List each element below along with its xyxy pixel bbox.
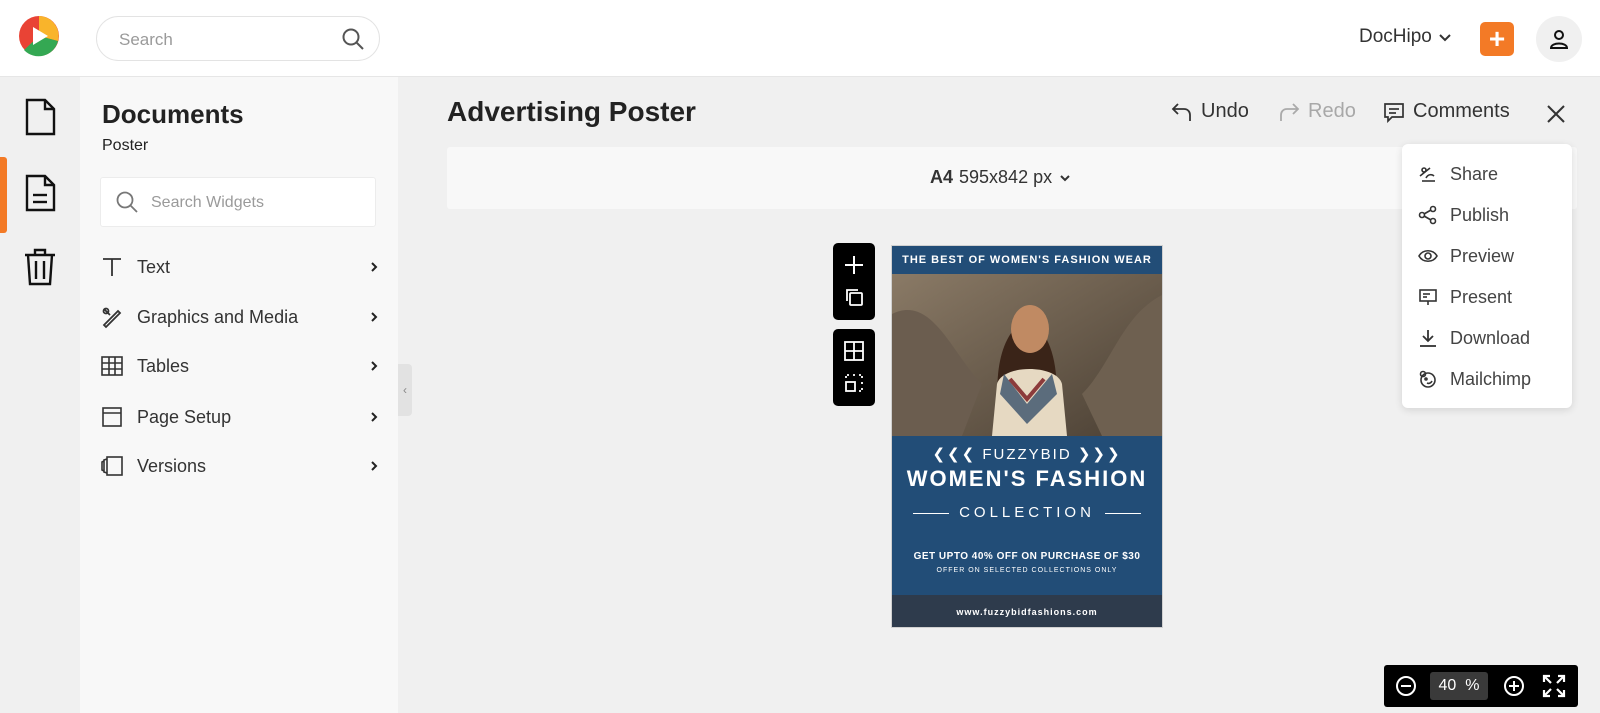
menu-share-label: Share bbox=[1450, 163, 1499, 184]
menu-item-graphics-and-media[interactable]: Graphics and Media bbox=[100, 302, 380, 332]
export-menu: Share Publish Preview Present Download M… bbox=[1402, 144, 1572, 408]
close-icon[interactable] bbox=[1544, 102, 1568, 126]
menu-item-label: Graphics and Media bbox=[137, 306, 299, 327]
widget-search-placeholder: Search Widgets bbox=[151, 194, 264, 211]
menu-share[interactable]: Share bbox=[1418, 162, 1498, 186]
chevron-right-icon bbox=[371, 361, 378, 371]
menu-present[interactable]: Present bbox=[1418, 285, 1512, 309]
page-size-name: A4 bbox=[930, 167, 954, 187]
comments-button[interactable]: Comments bbox=[1383, 100, 1510, 123]
eye-icon bbox=[1418, 249, 1438, 263]
user-icon bbox=[1549, 30, 1569, 49]
documents-icon[interactable] bbox=[22, 173, 58, 213]
undo-icon bbox=[1171, 102, 1191, 121]
panel-subtitle: Poster bbox=[102, 137, 149, 154]
chevron-down-icon bbox=[1439, 34, 1451, 42]
menu-preview-label: Preview bbox=[1450, 245, 1515, 266]
menu-item-label: Tables bbox=[137, 355, 190, 376]
comment-icon bbox=[1384, 102, 1404, 123]
chevron-right-icon bbox=[371, 461, 378, 471]
create-new-button[interactable]: + bbox=[1480, 22, 1514, 56]
text-icon bbox=[103, 258, 121, 276]
undo-label: Undo bbox=[1201, 100, 1249, 122]
poster-offer[interactable]: GET UPTO 40% OFF ON PURCHASE OF $30 bbox=[892, 551, 1162, 562]
widget-search-input[interactable]: Search Widgets bbox=[100, 177, 376, 227]
menu-present-label: Present bbox=[1450, 286, 1513, 307]
zoom-value[interactable]: 40 % bbox=[1430, 672, 1488, 700]
chevron-right-icon bbox=[371, 312, 378, 322]
page-actions-toolbar bbox=[833, 243, 875, 320]
versions-icon bbox=[101, 456, 123, 476]
zoom-out-icon[interactable] bbox=[1394, 674, 1418, 698]
left-icon-rail bbox=[0, 77, 80, 713]
chevron-right-icon bbox=[371, 412, 378, 422]
top-bar: Search DocHipo + bbox=[0, 0, 1600, 77]
page-size-dims: 595x842 px bbox=[959, 167, 1053, 187]
menu-preview[interactable]: Preview bbox=[1418, 244, 1514, 268]
panel-title: Documents bbox=[102, 99, 244, 129]
trash-icon[interactable] bbox=[22, 247, 58, 287]
publish-icon bbox=[1418, 205, 1437, 225]
menu-download[interactable]: Download bbox=[1418, 326, 1530, 350]
menu-item-label: Text bbox=[137, 256, 171, 277]
zoom-control: 40 % bbox=[1384, 665, 1578, 707]
poster-collection[interactable]: COLLECTION bbox=[892, 504, 1162, 521]
fullscreen-icon[interactable] bbox=[1542, 674, 1566, 698]
table-icon bbox=[101, 356, 123, 376]
menu-item-label: Versions bbox=[137, 455, 207, 476]
menu-item-text[interactable]: Text bbox=[100, 252, 380, 282]
menu-item-page-setup[interactable]: Page Setup bbox=[100, 402, 380, 432]
zoom-in-icon[interactable] bbox=[1502, 674, 1526, 698]
undo-button[interactable]: Undo bbox=[1171, 100, 1249, 123]
documents-panel: Documents Poster Search Widgets Text Gra… bbox=[80, 77, 398, 713]
chevron-down-icon bbox=[1060, 174, 1070, 181]
menu-item-tables[interactable]: Tables bbox=[100, 351, 380, 381]
menu-item-label: Page Setup bbox=[137, 406, 232, 427]
menu-publish[interactable]: Publish bbox=[1418, 203, 1509, 227]
model-photo[interactable] bbox=[892, 274, 1163, 436]
page-size-dropdown[interactable]: A4 595x842 px bbox=[930, 167, 1072, 188]
search-placeholder: Search bbox=[119, 30, 173, 49]
page-setup-icon bbox=[102, 407, 122, 427]
document-title[interactable]: Advertising Poster bbox=[447, 96, 696, 128]
present-icon bbox=[1419, 289, 1437, 305]
dochipo-logo-icon[interactable] bbox=[18, 15, 60, 57]
menu-mailchimp[interactable]: Mailchimp bbox=[1418, 367, 1531, 391]
active-indicator bbox=[0, 157, 7, 233]
user-account-button[interactable] bbox=[1536, 16, 1582, 62]
collapse-panel-button[interactable]: ‹ bbox=[398, 364, 412, 416]
grid-icon[interactable] bbox=[844, 341, 864, 361]
chevron-right-icon bbox=[371, 262, 378, 272]
poster-top-banner[interactable]: THE BEST OF WOMEN'S FASHION WEAR bbox=[892, 246, 1162, 274]
menu-mailchimp-label: Mailchimp bbox=[1450, 368, 1532, 389]
share-icon bbox=[1419, 167, 1435, 182]
new-document-icon[interactable] bbox=[22, 97, 58, 137]
poster-brand[interactable]: ❮❮❮ FUZZYBID ❯❯❯ bbox=[892, 445, 1162, 463]
mailchimp-icon bbox=[1419, 370, 1436, 388]
menu-publish-label: Publish bbox=[1450, 204, 1510, 225]
redo-label: Redo bbox=[1308, 100, 1356, 122]
graphics-icon bbox=[102, 307, 122, 329]
menu-download-label: Download bbox=[1450, 327, 1531, 348]
poster-website[interactable]: www.fuzzybidfashions.com bbox=[892, 595, 1162, 627]
redo-icon bbox=[1280, 102, 1300, 121]
poster-offer-note[interactable]: OFFER ON SELECTED COLLECTIONS ONLY bbox=[892, 567, 1162, 574]
poster-headline[interactable]: WOMEN'S FASHION bbox=[892, 466, 1162, 492]
menu-item-versions[interactable]: Versions bbox=[100, 451, 380, 481]
download-icon bbox=[1420, 330, 1436, 347]
workspace-dropdown[interactable]: DocHipo bbox=[1359, 26, 1452, 48]
comments-label: Comments bbox=[1413, 100, 1510, 122]
poster-canvas[interactable]: THE BEST OF WOMEN'S FASHION WEAR ❮❮❮ FUZ… bbox=[891, 245, 1163, 628]
redo-button[interactable]: Redo bbox=[1278, 100, 1356, 123]
select-area-icon[interactable] bbox=[844, 373, 864, 393]
workspace-name: DocHipo bbox=[1359, 26, 1432, 47]
search-icon bbox=[116, 191, 138, 213]
layout-toolbar bbox=[833, 329, 875, 406]
search-icon[interactable] bbox=[341, 27, 365, 51]
duplicate-page-icon[interactable] bbox=[844, 287, 864, 307]
search-input[interactable]: Search bbox=[96, 16, 380, 61]
add-page-icon[interactable] bbox=[844, 255, 864, 275]
